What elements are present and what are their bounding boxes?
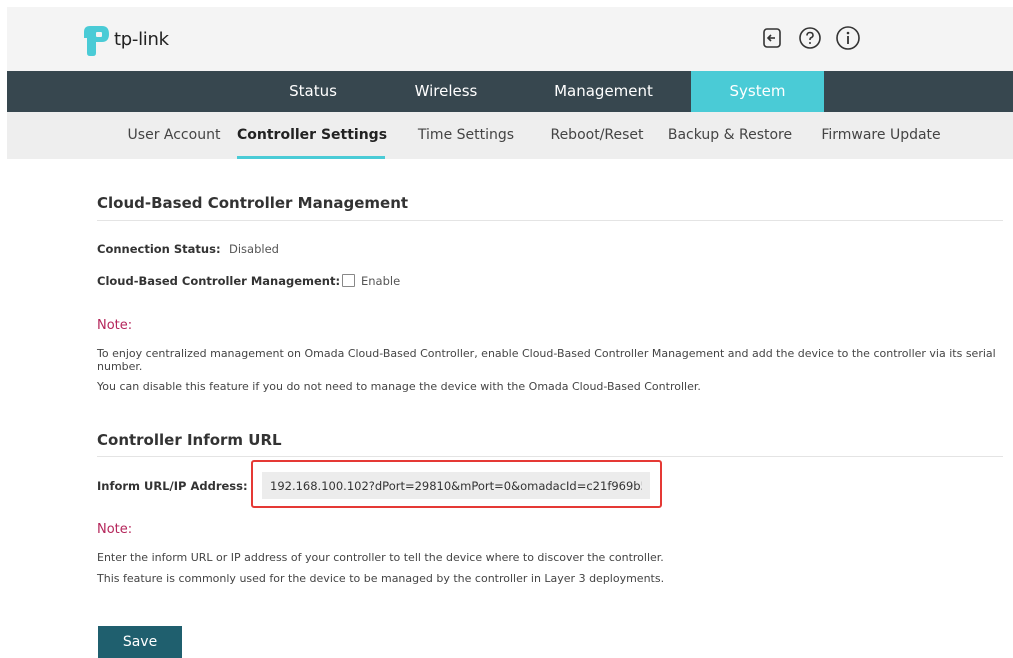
- cloud-note-title: Note:: [97, 318, 133, 333]
- tab-management[interactable]: Management: [537, 71, 670, 112]
- sub-nav: User Account Controller Settings Time Se…: [7, 112, 1013, 159]
- subtab-reboot-reset[interactable]: Reboot/Reset: [545, 112, 649, 159]
- cloud-section-title: Cloud-Based Controller Management: [97, 194, 409, 212]
- inform-section-title: Controller Inform URL: [97, 431, 282, 449]
- info-icon[interactable]: [835, 25, 861, 51]
- subtab-time-settings[interactable]: Time Settings: [413, 112, 519, 159]
- inform-url-label: Inform URL/IP Address:: [97, 479, 248, 493]
- cloud-mgmt-label: Cloud-Based Controller Management:: [97, 274, 341, 288]
- tab-system[interactable]: System: [691, 71, 824, 112]
- cloud-section-divider: [97, 220, 1003, 221]
- tab-status[interactable]: Status: [260, 71, 366, 112]
- cloud-note-line-2: You can disable this feature if you do n…: [97, 380, 701, 393]
- tab-wireless[interactable]: Wireless: [393, 71, 499, 112]
- subtab-firmware-update[interactable]: Firmware Update: [819, 112, 943, 159]
- subtab-user-account[interactable]: User Account: [124, 112, 224, 159]
- logout-icon[interactable]: [759, 25, 785, 51]
- header-icons: [759, 25, 861, 51]
- main-nav: Status Wireless Management System: [7, 71, 1013, 112]
- subtab-backup-restore[interactable]: Backup & Restore: [666, 112, 794, 159]
- inform-note-line-1: Enter the inform URL or IP address of yo…: [97, 551, 664, 564]
- enable-label: Enable: [361, 274, 401, 288]
- inform-section-divider: [97, 456, 1003, 457]
- highlight-box: [251, 460, 662, 508]
- save-button[interactable]: Save: [98, 626, 182, 658]
- tp-link-logo-icon: [84, 26, 109, 56]
- tp-link-logo[interactable]: tp-link: [80, 20, 169, 60]
- subtab-controller-settings[interactable]: Controller Settings: [237, 112, 387, 159]
- connection-status-label: Connection Status:: [97, 242, 221, 256]
- top-header: tp-link: [7, 7, 1013, 71]
- connection-status-value: Disabled: [229, 242, 279, 256]
- help-icon[interactable]: [797, 25, 823, 51]
- logo-text: tp-link: [114, 28, 169, 50]
- inform-note-title: Note:: [97, 522, 133, 537]
- inform-note-line-2: This feature is commonly used for the de…: [97, 572, 665, 585]
- enable-cloud-checkbox[interactable]: [342, 274, 355, 287]
- cloud-note-line-1: To enjoy centralized management on Omada…: [97, 347, 996, 373]
